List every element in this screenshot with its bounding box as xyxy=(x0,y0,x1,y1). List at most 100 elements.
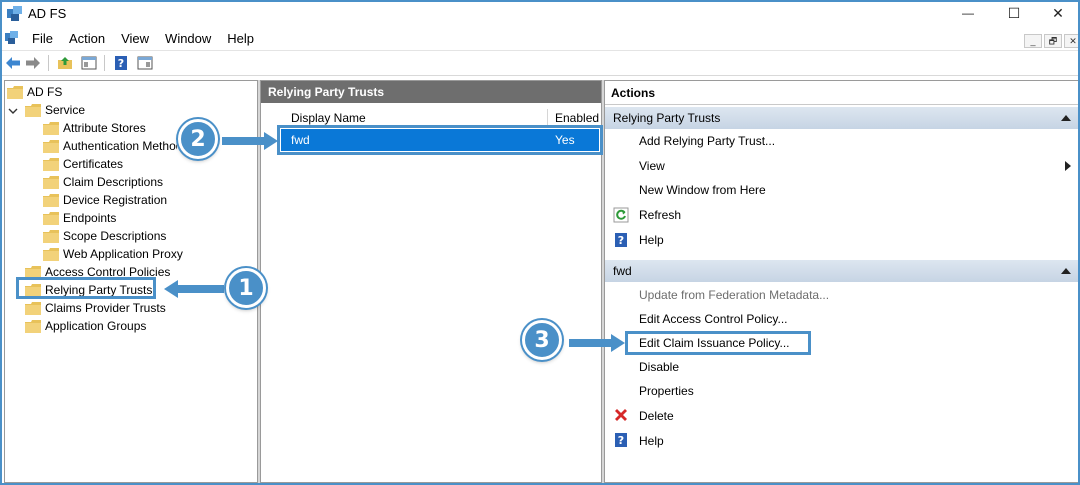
help-icon: ? xyxy=(115,56,127,70)
actions-pane-title: Actions xyxy=(605,81,1078,105)
menu-file[interactable]: File xyxy=(24,31,61,47)
callout-badge-3: 3 xyxy=(522,320,562,360)
folder-icon xyxy=(25,103,41,117)
up-one-level-button[interactable] xyxy=(56,54,74,72)
highlight-box xyxy=(625,331,811,355)
folder-icon xyxy=(43,211,59,225)
tree-item-label: Scope Descriptions xyxy=(63,229,167,243)
action-pane-icon xyxy=(137,56,153,70)
tree-item-label: Attribute Stores xyxy=(63,121,146,135)
folder-icon xyxy=(43,247,59,261)
back-arrow-icon xyxy=(6,57,20,69)
tree-item-service[interactable]: Service xyxy=(25,101,85,119)
action-help[interactable]: Help xyxy=(639,230,664,250)
action-properties[interactable]: Properties xyxy=(639,381,694,401)
tree-item-endpoints[interactable]: Endpoints xyxy=(43,209,116,227)
tree-item-claim-descriptions[interactable]: Claim Descriptions xyxy=(43,173,163,191)
help-toolbar-button[interactable]: ? xyxy=(112,54,130,72)
toolbar: ? xyxy=(2,50,1078,76)
show-hide-action-pane-button[interactable] xyxy=(136,54,154,72)
folder-icon xyxy=(25,301,41,315)
toolbar-separator xyxy=(104,55,105,71)
callout-arrow-3 xyxy=(569,334,625,352)
tree-item-adfs[interactable]: AD FS xyxy=(7,83,62,101)
action-help-fwd[interactable]: Help xyxy=(639,431,664,451)
menu-window[interactable]: Window xyxy=(157,31,219,47)
tree-item-label: Certificates xyxy=(63,157,124,171)
callout-badge-1: 1 xyxy=(226,268,266,308)
action-view[interactable]: View xyxy=(639,156,665,176)
tree-item-label: Claim Descriptions xyxy=(63,175,164,189)
maximize-button[interactable]: ☐ xyxy=(991,2,1037,24)
collapse-up-icon[interactable] xyxy=(1061,115,1071,121)
toolbar-separator xyxy=(48,55,49,71)
delete-icon xyxy=(615,409,627,421)
tree-item-label: Device Registration xyxy=(63,193,168,207)
back-button[interactable] xyxy=(4,54,22,72)
section-label: Relying Party Trusts xyxy=(613,111,721,125)
tree-item-claims-provider-trusts[interactable]: Claims Provider Trusts xyxy=(25,299,166,317)
folder-icon xyxy=(43,139,59,153)
forward-button[interactable] xyxy=(24,54,42,72)
minimize-icon: — xyxy=(962,6,974,20)
mdi-minimize-button[interactable]: _ xyxy=(1024,34,1042,48)
folder-icon xyxy=(43,157,59,171)
tree-item-scope-descriptions[interactable]: Scope Descriptions xyxy=(43,227,166,245)
mmc-icon xyxy=(5,31,18,44)
tree-item-certificates[interactable]: Certificates xyxy=(43,155,123,173)
action-new-window-from-here[interactable]: New Window from Here xyxy=(639,180,766,200)
tree-item-device-registration[interactable]: Device Registration xyxy=(43,191,167,209)
mdi-restore-button[interactable]: 🗗 xyxy=(1044,34,1062,48)
actions-section-fwd[interactable]: fwd xyxy=(605,260,1078,282)
window-title: AD FS xyxy=(28,6,67,21)
chevron-down-icon[interactable] xyxy=(8,106,18,116)
refresh-icon xyxy=(613,207,629,223)
tree-item-application-groups[interactable]: Application Groups xyxy=(25,317,146,335)
tree-item-authentication-methods[interactable]: Authentication Methods xyxy=(43,137,177,155)
menu-view[interactable]: View xyxy=(113,31,157,47)
results-pane: Relying Party Trusts Display Name Enable… xyxy=(260,80,603,483)
minimize-button[interactable]: — xyxy=(945,2,991,24)
folder-icon xyxy=(43,121,59,135)
tree-item-label: AD FS xyxy=(27,85,63,99)
folder-icon xyxy=(43,193,59,207)
adfs-app-icon xyxy=(7,6,22,21)
mdi-close-button[interactable]: ✕ xyxy=(1064,34,1078,48)
adfs-window: AD FS — ☐ ✕ File Action View Window Help… xyxy=(0,0,1080,485)
action-add-relying-party-trust[interactable]: Add Relying Party Trust... xyxy=(639,131,775,151)
callout-arrow-2 xyxy=(222,132,278,150)
actions-pane: Actions Relying Party Trusts Add Relying… xyxy=(604,80,1078,483)
tree-item-label: Application Groups xyxy=(45,319,147,333)
tree-item-web-application-proxy[interactable]: Web Application Proxy xyxy=(43,245,183,263)
action-refresh[interactable]: Refresh xyxy=(639,205,681,225)
action-update-from-federation-metadata[interactable]: Update from Federation Metadata... xyxy=(639,285,829,305)
tree-item-label: Authentication Methods xyxy=(63,139,177,153)
tree-item-label: Claims Provider Trusts xyxy=(45,301,166,315)
menu-bar: File Action View Window Help _ 🗗 ✕ xyxy=(2,28,1078,50)
menu-help[interactable]: Help xyxy=(219,31,262,47)
action-delete[interactable]: Delete xyxy=(639,406,674,426)
help-icon: ? xyxy=(615,433,627,447)
svg-text:?: ? xyxy=(118,57,124,70)
svg-text:?: ? xyxy=(618,234,624,247)
callout-arrow-1 xyxy=(164,280,224,298)
folder-icon xyxy=(25,319,41,333)
close-icon: ✕ xyxy=(1052,4,1064,21)
show-hide-console-tree-button[interactable] xyxy=(80,54,98,72)
close-button[interactable]: ✕ xyxy=(1035,2,1078,24)
console-tree-icon xyxy=(81,56,97,70)
svg-text:?: ? xyxy=(618,434,624,447)
tree-item-attribute-stores[interactable]: Attribute Stores xyxy=(43,119,146,137)
tree-item-label: Service xyxy=(45,103,86,117)
tree-item-label: Endpoints xyxy=(63,211,117,225)
highlight-box xyxy=(277,125,603,155)
tree-item-label: Web Application Proxy xyxy=(63,247,183,261)
action-disable[interactable]: Disable xyxy=(639,357,679,377)
highlight-box xyxy=(16,277,156,299)
actions-section-relying-party-trusts[interactable]: Relying Party Trusts xyxy=(605,107,1078,129)
action-edit-access-control-policy[interactable]: Edit Access Control Policy... xyxy=(639,309,788,329)
menu-action[interactable]: Action xyxy=(61,31,113,47)
maximize-icon: ☐ xyxy=(1007,4,1021,21)
section-label: fwd xyxy=(613,264,632,278)
collapse-up-icon[interactable] xyxy=(1061,268,1071,274)
